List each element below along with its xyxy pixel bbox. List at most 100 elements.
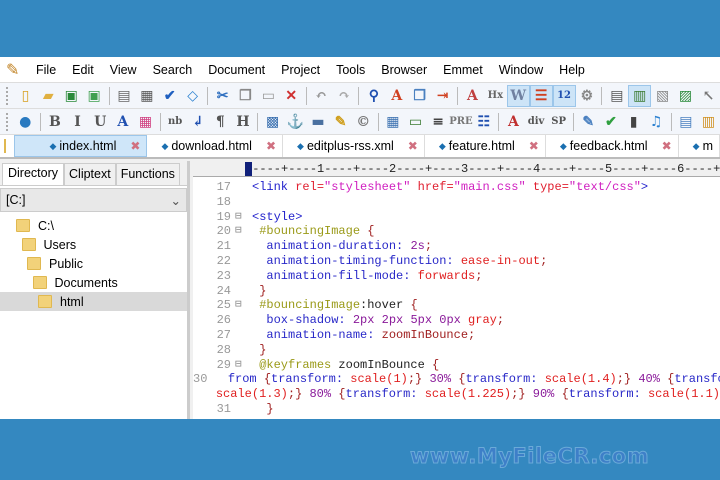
- paragraph-button[interactable]: ¶: [209, 111, 232, 133]
- panel-tab-cliptext[interactable]: Cliptext: [64, 163, 116, 185]
- tree-item[interactable]: html: [0, 292, 187, 311]
- tab-feedback-html[interactable]: ◆ feedback.html ✖: [546, 135, 679, 157]
- style-button[interactable]: ✔: [600, 111, 623, 133]
- drive-select[interactable]: [C:] ⌄: [0, 188, 187, 212]
- find-button[interactable]: ⚲: [362, 85, 385, 107]
- audio-button[interactable]: ♫: [645, 111, 668, 133]
- italic-button[interactable]: I: [66, 111, 89, 133]
- directory-window-button[interactable]: ▥: [628, 84, 652, 107]
- form-button[interactable]: ▭: [404, 111, 427, 133]
- image-button[interactable]: ▩: [261, 111, 284, 133]
- close-tab-icon[interactable]: ✖: [130, 139, 140, 153]
- heading-button[interactable]: Hx: [484, 85, 507, 107]
- code-editor[interactable]: -----+----1----+----2----+----3----+----…: [193, 161, 720, 419]
- tab-m[interactable]: ◆ m: [679, 135, 720, 157]
- video-button[interactable]: ▮: [622, 111, 645, 133]
- menu-document[interactable]: Document: [200, 63, 273, 77]
- indent-button[interactable]: ⇥: [431, 85, 454, 107]
- paste-button[interactable]: ▭: [257, 85, 280, 107]
- list-view-button[interactable]: ▤: [605, 85, 628, 107]
- copyright-button[interactable]: ©: [352, 111, 375, 133]
- color-palette-button[interactable]: ▦: [134, 111, 157, 133]
- tab-index-html[interactable]: ◆ index.html ✖: [14, 135, 148, 157]
- heading-tag-button[interactable]: H: [232, 111, 255, 133]
- menu-search[interactable]: Search: [145, 63, 201, 77]
- copy-button[interactable]: ❐: [234, 85, 257, 107]
- cursor-button[interactable]: ↖: [697, 85, 720, 107]
- tree-item[interactable]: Users: [0, 235, 187, 254]
- tab-editplus-rss-xml[interactable]: ◆ editplus-rss.xml ✖: [283, 135, 425, 157]
- print-preview-button[interactable]: ▤: [113, 85, 136, 107]
- open-folder-button[interactable]: ▰: [37, 85, 60, 107]
- replace-button[interactable]: A: [385, 85, 408, 107]
- new-file-button[interactable]: ▯: [14, 85, 37, 107]
- toolbar-grip[interactable]: [6, 112, 10, 131]
- tab-feature-html[interactable]: ◆ feature.html ✖: [425, 135, 546, 157]
- anchor-button[interactable]: ⚓: [284, 111, 307, 133]
- table-button[interactable]: ▦: [382, 111, 405, 133]
- tree-item[interactable]: C:\: [0, 216, 187, 235]
- print-button[interactable]: ▦: [135, 85, 158, 107]
- menu-window[interactable]: Window: [491, 63, 551, 77]
- layout-button[interactable]: ▥: [697, 111, 720, 133]
- div-button[interactable]: div: [525, 111, 548, 133]
- redo-button[interactable]: ↷: [333, 85, 356, 107]
- undo-button[interactable]: ↶: [310, 85, 333, 107]
- horizontal-rule-button[interactable]: ▬: [307, 111, 330, 133]
- save-all-button[interactable]: ▣: [83, 85, 106, 107]
- menu-file[interactable]: File: [28, 63, 64, 77]
- span-button[interactable]: SP: [547, 111, 570, 133]
- html-toolbar-button[interactable]: ◇: [181, 85, 204, 107]
- tree-item[interactable]: Public: [0, 254, 187, 273]
- close-tab-icon[interactable]: ✖: [529, 139, 539, 153]
- save-button[interactable]: ▣: [60, 85, 83, 107]
- frame-button[interactable]: ▤: [675, 111, 698, 133]
- edit-button[interactable]: ✎: [329, 111, 352, 133]
- tab-download-html[interactable]: ◆ download.html ✖: [147, 135, 284, 157]
- delete-button[interactable]: ✕: [280, 85, 303, 107]
- panel-tab-directory[interactable]: Directory: [2, 163, 65, 185]
- line-indent-button[interactable]: ☰: [529, 84, 553, 107]
- folder-icon[interactable]: [4, 139, 7, 153]
- fold-toggle-icon[interactable]: ⊟: [235, 224, 250, 239]
- output-window-button[interactable]: ▧: [651, 85, 674, 107]
- line-numbers-button[interactable]: 12: [552, 84, 576, 107]
- globe-button[interactable]: ●: [14, 111, 37, 133]
- fold-toggle-icon[interactable]: ⊟: [235, 210, 250, 225]
- list-button[interactable]: ☷: [472, 111, 495, 133]
- cut-button[interactable]: ✂: [211, 85, 234, 107]
- menu-browser[interactable]: Browser: [373, 63, 435, 77]
- find-in-files-button[interactable]: ❒: [408, 85, 431, 107]
- bold-button[interactable]: B: [44, 111, 67, 133]
- code-area[interactable]: 17 <link rel="stylesheet" href="main.css"…: [193, 177, 720, 417]
- menu-edit[interactable]: Edit: [64, 63, 102, 77]
- fold-toggle-icon[interactable]: ⊟: [235, 358, 250, 373]
- spellcheck-button[interactable]: ✔: [158, 85, 181, 107]
- menu-project[interactable]: Project: [273, 63, 328, 77]
- text-tag-button[interactable]: A: [502, 111, 525, 133]
- close-tab-icon[interactable]: ✖: [266, 139, 276, 153]
- menu-emmet[interactable]: Emmet: [435, 63, 491, 77]
- font-button[interactable]: A: [461, 85, 484, 107]
- center-button[interactable]: ≡: [427, 111, 450, 133]
- settings-gear-button[interactable]: ⚙: [576, 85, 599, 107]
- panel-tab-functions[interactable]: Functions: [115, 163, 180, 185]
- script-button[interactable]: ✎: [577, 111, 600, 133]
- font-color-button[interactable]: A: [112, 111, 135, 133]
- menu-tools[interactable]: Tools: [328, 63, 373, 77]
- fold-toggle-icon[interactable]: ⊟: [235, 298, 250, 313]
- nbsp-button[interactable]: nb: [164, 111, 187, 133]
- line-break-button[interactable]: ↲: [186, 111, 209, 133]
- menu-view[interactable]: View: [102, 63, 145, 77]
- close-tab-icon[interactable]: ✖: [662, 139, 672, 153]
- tree-item[interactable]: Documents: [0, 273, 187, 292]
- word-wrap-button[interactable]: W: [506, 84, 530, 107]
- toolbar-separator: [305, 86, 307, 105]
- close-tab-icon[interactable]: ✖: [408, 139, 418, 153]
- toolbar-grip[interactable]: [6, 86, 10, 105]
- underline-button[interactable]: U: [89, 111, 112, 133]
- browser-button[interactable]: ▨: [674, 85, 697, 107]
- menu-help[interactable]: Help: [551, 63, 593, 77]
- pre-button[interactable]: PRE: [449, 111, 472, 133]
